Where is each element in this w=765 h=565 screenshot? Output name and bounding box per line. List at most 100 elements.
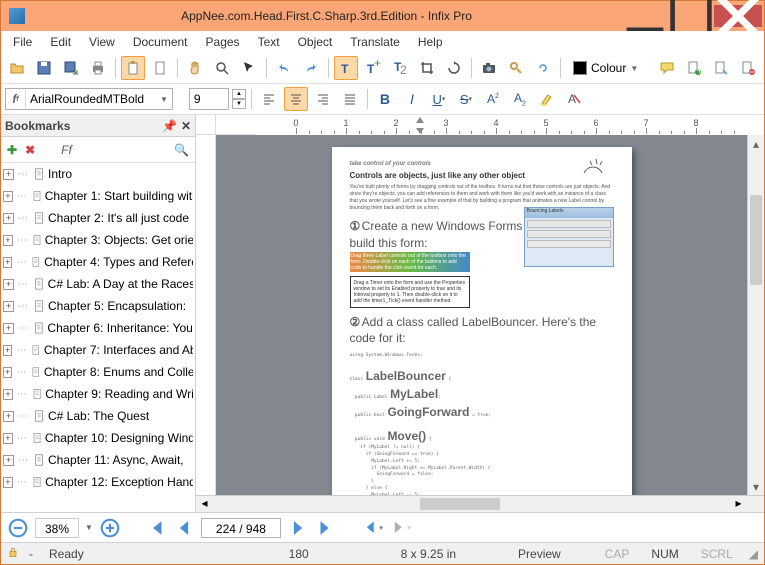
expand-icon[interactable]: + — [3, 477, 13, 488]
expand-icon[interactable]: + — [3, 433, 13, 444]
page-number-input[interactable]: 224 / 948 — [201, 518, 281, 538]
undo-button[interactable] — [272, 56, 296, 80]
expand-icon[interactable]: + — [3, 279, 14, 290]
colour-button[interactable]: Colour ▼ — [566, 56, 645, 80]
bookmark-item[interactable]: +⋯Chapter 1: Start building with C# — [1, 185, 195, 207]
italic-button[interactable]: I — [400, 87, 424, 111]
pointer-tool[interactable] — [237, 56, 261, 80]
expand-icon[interactable]: + — [3, 323, 14, 334]
menu-translate[interactable]: Translate — [342, 33, 408, 51]
zoom-out-button[interactable] — [7, 517, 29, 539]
expand-icon[interactable]: + — [3, 345, 12, 356]
align-center-button[interactable] — [284, 87, 308, 111]
subscript-button[interactable]: A2 — [508, 87, 532, 111]
expand-icon[interactable]: + — [3, 257, 12, 268]
first-page-button[interactable] — [145, 517, 167, 539]
minimize-button[interactable] — [622, 5, 668, 27]
crop-tool[interactable] — [415, 56, 439, 80]
zoom-value[interactable]: 38% — [35, 518, 79, 538]
link-button[interactable] — [531, 56, 555, 80]
menu-view[interactable]: View — [81, 33, 123, 51]
maximize-button[interactable] — [668, 5, 714, 27]
bookmark-item[interactable]: +⋯Chapter 6: Inheritance: Your — [1, 317, 195, 339]
clear-format-button[interactable]: A — [562, 87, 586, 111]
underline-button[interactable]: U▾ — [427, 87, 451, 111]
save-button[interactable] — [32, 56, 56, 80]
expand-icon[interactable]: + — [3, 169, 14, 180]
bookmark-list[interactable]: +⋯Intro+⋯Chapter 1: Start building with … — [1, 163, 195, 512]
prev-page-button[interactable] — [173, 517, 195, 539]
zoom-tool[interactable] — [210, 56, 234, 80]
text-tool[interactable]: T — [334, 56, 358, 80]
font-family-combo[interactable]: ff ArialRoundedMTBold ▼ — [5, 88, 173, 110]
font-size-spinner[interactable]: ▲▼ — [232, 89, 246, 109]
text-link-tool[interactable]: T2 — [388, 56, 412, 80]
align-justify-button[interactable] — [338, 87, 362, 111]
bookmark-item[interactable]: +⋯Intro — [1, 163, 195, 185]
vertical-ruler[interactable] — [196, 135, 216, 495]
horizontal-ruler[interactable]: 012345678 — [216, 115, 256, 135]
menu-text[interactable]: Text — [250, 33, 288, 51]
history-back-button[interactable]: ▾ — [361, 517, 383, 539]
bookmark-add-icon[interactable]: ✚ — [7, 143, 17, 157]
print-button[interactable] — [86, 56, 110, 80]
text-plus-tool[interactable]: T+ — [361, 56, 385, 80]
last-page-button[interactable] — [315, 517, 337, 539]
bookmark-item[interactable]: +⋯Chapter 10: Designing Windows — [1, 427, 195, 449]
vertical-scrollbar[interactable]: ▴ ▾ — [747, 135, 764, 495]
camera-button[interactable] — [477, 56, 501, 80]
page-button[interactable] — [148, 56, 172, 80]
expand-icon[interactable]: + — [3, 455, 14, 466]
panel-close-icon[interactable]: ✕ — [181, 119, 191, 133]
bookmark-item[interactable]: +⋯Chapter 3: Objects: Get oriented — [1, 229, 195, 251]
next-page-button[interactable] — [287, 517, 309, 539]
expand-icon[interactable]: + — [3, 235, 13, 246]
comment-button[interactable] — [655, 56, 679, 80]
superscript-button[interactable]: A2 — [481, 87, 505, 111]
hand-tool[interactable] — [183, 56, 207, 80]
zoom-in-button[interactable] — [99, 517, 121, 539]
bookmark-find-icon[interactable]: 🔍 — [174, 143, 189, 157]
bookmark-font-icon[interactable]: Ff — [61, 143, 72, 157]
menu-file[interactable]: File — [5, 33, 40, 51]
expand-icon[interactable]: + — [3, 191, 13, 202]
page-add-button[interactable]: + — [682, 56, 706, 80]
status-mode[interactable]: Preview — [512, 547, 567, 561]
horizontal-scrollbar[interactable]: ◂ ▸ — [196, 495, 764, 512]
open-button[interactable] — [5, 56, 29, 80]
redo-button[interactable] — [299, 56, 323, 80]
expand-icon[interactable]: + — [3, 411, 14, 422]
bookmark-item[interactable]: +⋯Chapter 5: Encapsulation: — [1, 295, 195, 317]
lock-icon[interactable] — [7, 546, 19, 561]
bookmark-item[interactable]: +⋯Chapter 4: Types and References — [1, 251, 195, 273]
menu-edit[interactable]: Edit — [42, 33, 79, 51]
font-size-input[interactable]: 9 — [189, 88, 229, 110]
menu-object[interactable]: Object — [290, 33, 341, 51]
bookmark-item[interactable]: +⋯Chapter 9: Reading and Writing — [1, 383, 195, 405]
bookmark-delete-icon[interactable]: ✖ — [25, 143, 35, 157]
expand-icon[interactable]: + — [3, 367, 12, 378]
document-canvas[interactable]: take control of your controls Controls a… — [216, 135, 747, 495]
expand-icon[interactable]: + — [3, 213, 14, 224]
align-right-button[interactable] — [311, 87, 335, 111]
bookmark-item[interactable]: +⋯Chapter 11: Async, Await, — [1, 449, 195, 471]
bookmark-item[interactable]: +⋯C# Lab: The Quest — [1, 405, 195, 427]
clipboard-button[interactable] — [121, 56, 145, 80]
rotate-tool[interactable] — [442, 56, 466, 80]
bookmark-item[interactable]: +⋯Chapter 2: It's all just code — [1, 207, 195, 229]
align-left-button[interactable] — [257, 87, 281, 111]
save-as-button[interactable] — [59, 56, 83, 80]
expand-icon[interactable]: + — [3, 389, 13, 400]
search-button[interactable] — [504, 56, 528, 80]
resize-grip-icon[interactable]: ◢ — [749, 547, 758, 561]
bookmark-item[interactable]: +⋯Chapter 8: Enums and Collections — [1, 361, 195, 383]
bookmark-item[interactable]: +⋯C# Lab: A Day at the Races — [1, 273, 195, 295]
page-delete-button[interactable] — [736, 56, 760, 80]
menu-help[interactable]: Help — [410, 33, 451, 51]
expand-icon[interactable]: + — [3, 301, 14, 312]
bold-button[interactable]: B — [373, 87, 397, 111]
pin-icon[interactable]: 📌 — [162, 119, 177, 133]
highlight-button[interactable] — [535, 87, 559, 111]
close-button[interactable] — [714, 5, 762, 27]
strikethrough-button[interactable]: S▾ — [454, 87, 478, 111]
